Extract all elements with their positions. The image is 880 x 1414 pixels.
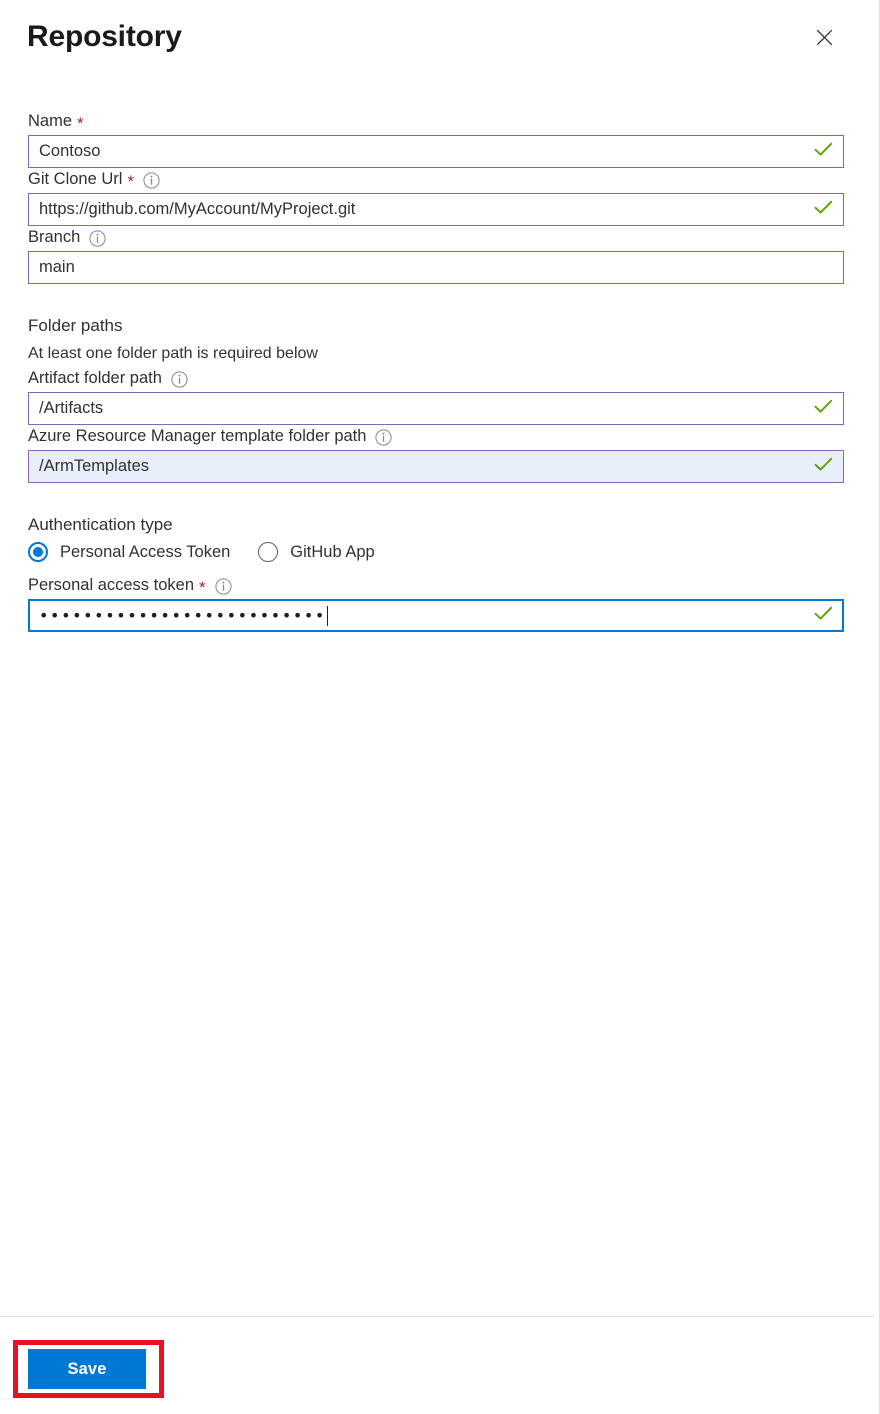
git-clone-url-label: Git Clone Url * [0,168,874,193]
panel-header: Repository [0,0,874,86]
repository-panel: Repository Name * Git Clone Url [0,0,880,1414]
close-button[interactable] [807,20,841,54]
personal-access-token-required-star: * [199,577,206,597]
radio-button-selected-icon[interactable] [28,542,48,562]
name-input-row [28,135,844,168]
git-clone-url-label-text: Git Clone Url [28,170,123,188]
radio-button-unselected-icon[interactable] [258,542,279,562]
arm-template-folder-path-input-row [28,450,844,483]
name-label: Name * [0,110,874,135]
artifact-folder-path-label-text: Artifact folder path [28,369,162,387]
git-clone-url-required-star: * [127,171,135,191]
page-title: Repository [27,20,182,53]
folder-paths-section-title: Folder paths [28,316,123,335]
radio-label-github-app: GitHub App [290,542,375,561]
text-caret [326,605,328,626]
personal-access-token-masked-value: •••••••••••••••••••••••••• [39,605,326,625]
authentication-type-radio-group: Personal Access Token GitHub App [0,542,874,562]
footer-divider [0,1316,874,1317]
arm-template-folder-path-label-text: Azure Resource Manager template folder p… [28,427,367,445]
arm-template-folder-path-label: Azure Resource Manager template folder p… [0,425,874,450]
artifact-folder-path-label: Artifact folder path [0,367,874,392]
info-icon[interactable] [375,428,393,446]
folder-paths-note: At least one folder path is required bel… [28,345,318,362]
name-input[interactable] [28,135,844,168]
authentication-type-title: Authentication type [28,515,173,534]
close-icon [816,29,833,46]
info-icon[interactable] [215,577,232,595]
repository-form: Name * Git Clone Url * [0,110,874,632]
save-button[interactable]: Save [28,1349,146,1389]
artifact-folder-path-input[interactable] [28,392,844,425]
personal-access-token-label: Personal access token * [0,574,874,599]
radio-option-github-app[interactable]: GitHub App [258,542,375,562]
personal-access-token-label-text: Personal access token [28,576,195,594]
artifact-folder-path-input-row [28,392,844,425]
branch-input[interactable] [28,251,844,284]
radio-option-personal-access-token[interactable]: Personal Access Token [28,542,230,562]
name-required-star: * [77,113,84,133]
git-clone-url-input[interactable] [28,193,844,226]
info-icon[interactable] [89,229,106,247]
branch-input-row [28,251,844,284]
personal-access-token-input[interactable]: •••••••••••••••••••••••••• [28,599,844,632]
branch-label-text: Branch [28,228,81,246]
arm-template-folder-path-input[interactable] [28,450,844,483]
radio-label-personal-access-token: Personal Access Token [60,542,231,561]
branch-label: Branch [0,226,874,251]
git-clone-url-input-row [28,193,844,226]
name-label-text: Name [28,112,73,130]
personal-access-token-input-row: •••••••••••••••••••••••••• [28,599,844,632]
info-icon[interactable] [171,370,188,388]
info-icon[interactable] [143,171,160,189]
